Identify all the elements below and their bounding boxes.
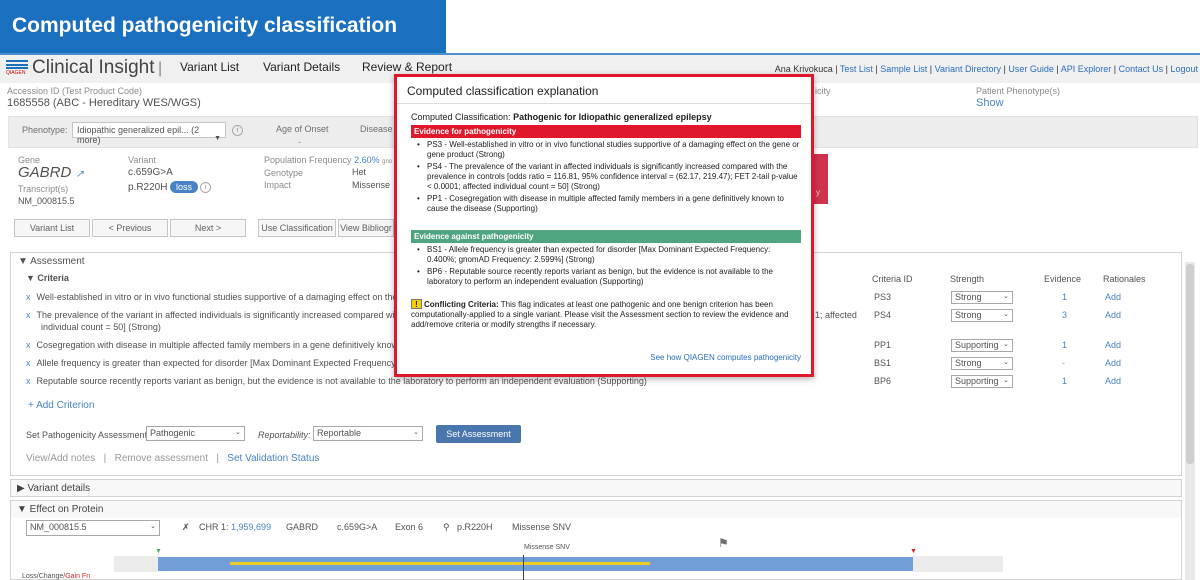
page-banner-title: Computed pathogenicity classification: [0, 0, 446, 53]
computed-classification: Computed Classification: Pathogenic for …: [411, 112, 712, 122]
warning-icon: !: [411, 299, 422, 309]
conflicting-criteria-title: Conflicting Criteria:: [424, 300, 499, 309]
nav-review-report[interactable]: Review & Report: [362, 60, 452, 74]
computed-classification-modal: Computed classification explanation Comp…: [394, 74, 814, 377]
user-links: Ana Krivokuca | Test List | Sample List …: [774, 64, 1198, 74]
nav-variant-details[interactable]: Variant Details: [263, 60, 340, 74]
evidence-against-item: BP6 - Reputable source recently reports …: [417, 267, 801, 287]
evidence-for-header: Evidence for pathogenicity: [411, 125, 801, 138]
link-contact-us[interactable]: Contact Us: [1119, 64, 1164, 74]
computed-classification-value: Pathogenic for Idiopathic generalized ep…: [513, 112, 712, 122]
modal-divider: [397, 103, 811, 104]
link-user-guide[interactable]: User Guide: [1008, 64, 1054, 74]
evidence-for-list: PS3 - Well-established in vitro or in vi…: [417, 140, 801, 216]
modal-title: Computed classification explanation: [407, 84, 599, 98]
conflicting-criteria-note: ! Conflicting Criteria: This flag indicat…: [411, 299, 801, 330]
user-name: Ana Krivokuca: [774, 64, 833, 74]
link-sample-list[interactable]: Sample List: [880, 64, 927, 74]
evidence-against-header: Evidence against pathogenicity: [411, 230, 801, 243]
app-brand-name: Clinical Insight: [32, 57, 155, 78]
link-api-explorer[interactable]: API Explorer: [1061, 64, 1112, 74]
evidence-for-item: PP1 - Cosegregation with disease in mult…: [417, 194, 801, 214]
link-variant-directory[interactable]: Variant Directory: [935, 64, 1001, 74]
nav-variant-list[interactable]: Variant List: [180, 60, 239, 74]
evidence-against-item: BS1 - Allele frequency is greater than e…: [417, 245, 801, 265]
link-test-list[interactable]: Test List: [840, 64, 873, 74]
brand-separator: |: [158, 60, 163, 77]
link-logout[interactable]: Logout: [1170, 64, 1198, 74]
see-how-computed-link[interactable]: See how QIAGEN computes pathogenicity: [650, 353, 801, 362]
evidence-for-item: PS4 - The prevalence of the variant in a…: [417, 162, 801, 192]
qiagen-logo-icon: QIAGEN: [6, 60, 28, 76]
evidence-for-item: PS3 - Well-established in vitro or in vi…: [417, 140, 801, 160]
app-logo[interactable]: QIAGEN Clinical Insight: [6, 57, 155, 79]
evidence-against-list: BS1 - Allele frequency is greater than e…: [417, 245, 801, 289]
